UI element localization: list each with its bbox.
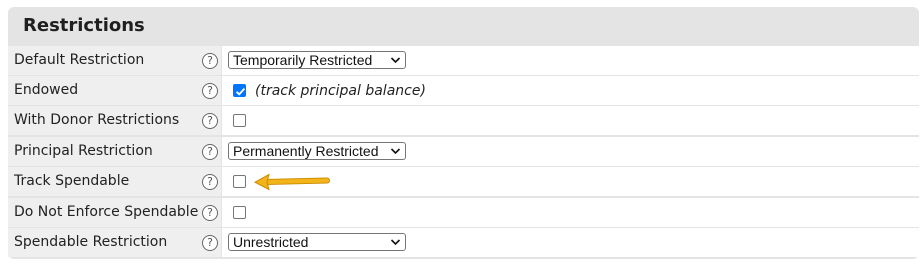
select-value: Temporarily Restricted xyxy=(233,52,373,68)
help-icon[interactable]: ? xyxy=(202,174,218,190)
default-restriction-select[interactable]: Temporarily Restricted xyxy=(228,51,406,69)
label-cell: Endowed ? xyxy=(8,76,221,105)
checkmark-icon xyxy=(235,87,246,96)
value-cell: (track principal balance) xyxy=(222,76,919,105)
chevron-down-icon xyxy=(390,239,401,246)
section-title: Restrictions xyxy=(23,15,145,36)
field-label: Spendable Restriction xyxy=(14,234,168,250)
spendable-restriction-select[interactable]: Unrestricted xyxy=(228,233,406,251)
select-value: Unrestricted xyxy=(233,234,309,250)
row-spendable-restriction: Spendable Restriction ? Unrestricted xyxy=(8,228,919,258)
row-with-donor-restrictions: With Donor Restrictions ? xyxy=(8,106,919,136)
row-endowed: Endowed ? (track principal balance) xyxy=(8,76,919,106)
chevron-down-icon xyxy=(390,148,401,155)
label-cell: With Donor Restrictions ? xyxy=(8,106,221,135)
value-cell xyxy=(222,167,919,196)
chevron-down-icon xyxy=(390,57,401,64)
label-cell: Track Spendable ? xyxy=(8,167,221,196)
label-cell: Principal Restriction ? xyxy=(8,137,221,166)
endowed-checkbox[interactable] xyxy=(233,84,246,97)
row-principal-restriction: Principal Restriction ? Permanently Rest… xyxy=(8,137,919,167)
arrow-left-icon xyxy=(253,173,330,191)
help-icon[interactable]: ? xyxy=(202,205,218,221)
help-icon[interactable]: ? xyxy=(202,235,218,251)
value-cell xyxy=(222,106,919,135)
field-label: Default Restriction xyxy=(14,52,145,68)
endowed-note: (track principal balance) xyxy=(255,83,426,99)
value-cell: Unrestricted xyxy=(222,228,919,257)
help-icon[interactable]: ? xyxy=(202,113,218,129)
row-do-not-enforce-spendable: Do Not Enforce Spendable ? xyxy=(8,198,919,228)
do-not-enforce-spendable-checkbox[interactable] xyxy=(233,206,246,219)
row-default-restriction: Default Restriction ? Temporarily Restri… xyxy=(8,46,919,76)
track-spendable-checkbox[interactable] xyxy=(233,175,246,188)
help-icon[interactable]: ? xyxy=(202,144,218,160)
field-label: Principal Restriction xyxy=(14,143,153,159)
label-cell: Spendable Restriction ? xyxy=(8,228,221,257)
restrictions-panel: Restrictions Default Restriction ? Tempo… xyxy=(8,7,919,259)
value-cell: Permanently Restricted xyxy=(222,137,919,166)
principal-restriction-select[interactable]: Permanently Restricted xyxy=(228,142,406,160)
help-icon[interactable]: ? xyxy=(202,53,218,69)
field-label: With Donor Restrictions xyxy=(14,112,180,128)
help-icon[interactable]: ? xyxy=(202,83,218,99)
label-cell: Do Not Enforce Spendable ? xyxy=(8,198,221,227)
field-label: Track Spendable xyxy=(14,173,130,189)
value-cell xyxy=(222,198,919,227)
with-donor-restrictions-checkbox[interactable] xyxy=(233,114,246,127)
value-cell: Temporarily Restricted xyxy=(222,46,919,75)
select-value: Permanently Restricted xyxy=(233,143,379,159)
field-label: Do Not Enforce Spendable xyxy=(14,204,199,220)
row-track-spendable: Track Spendable ? xyxy=(8,167,919,197)
field-label: Endowed xyxy=(14,82,79,98)
label-cell: Default Restriction ? xyxy=(8,46,221,75)
